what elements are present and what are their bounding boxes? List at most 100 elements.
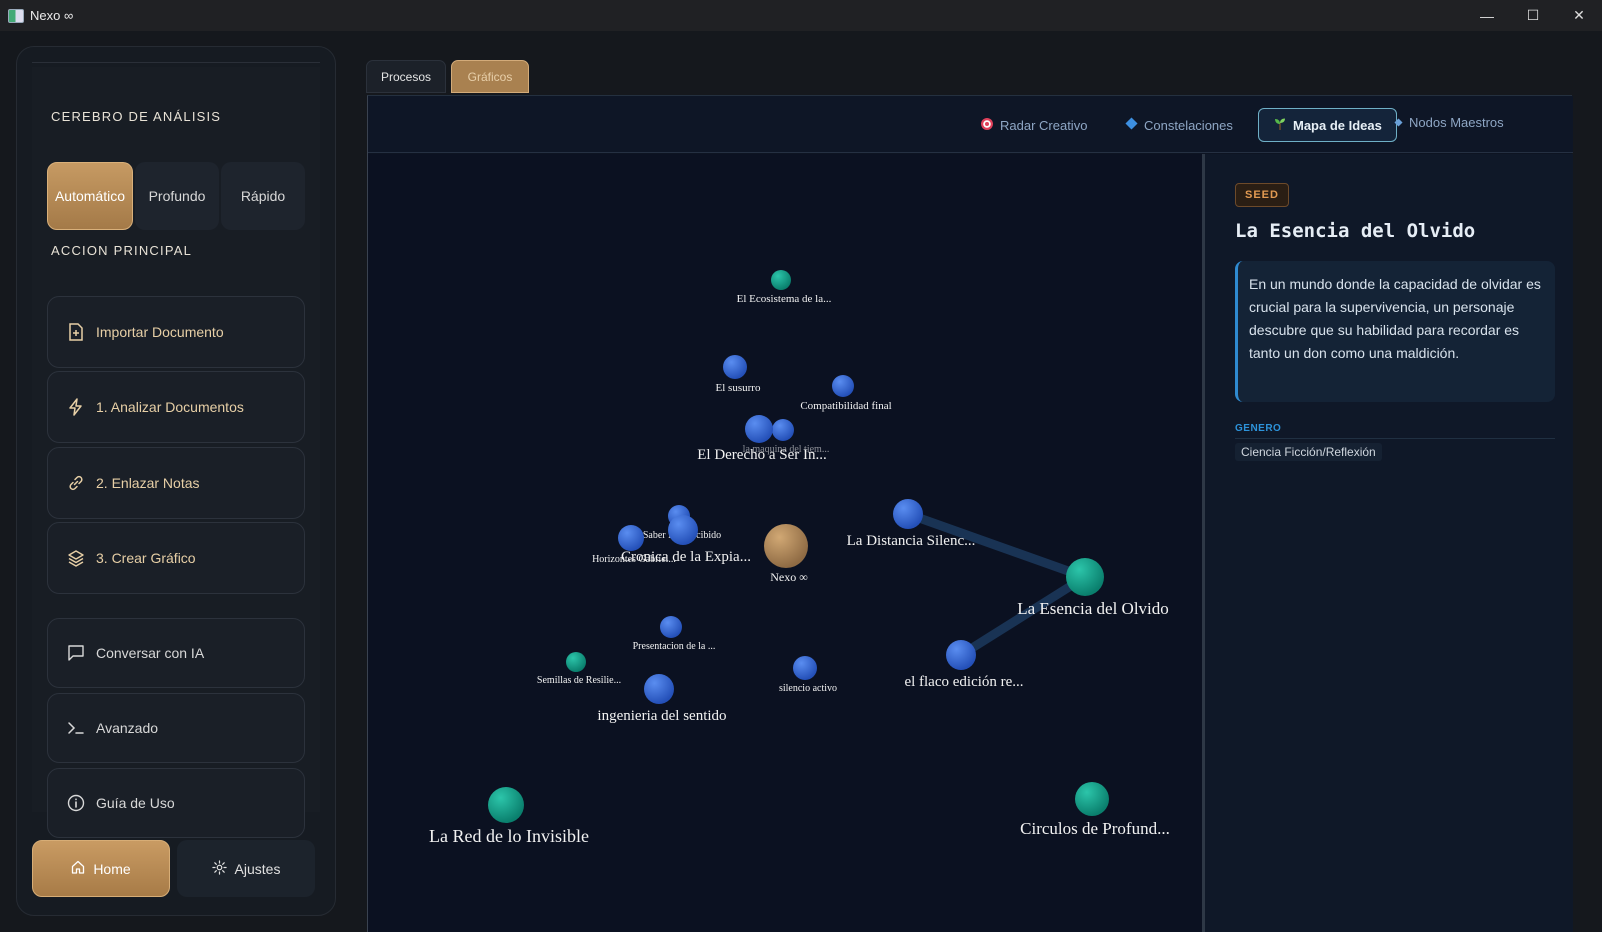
graph-node[interactable]: El Derecho a Ser In... (697, 415, 827, 463)
mode-profundo-button[interactable]: Profundo (135, 162, 219, 230)
node-type-badge: SEED (1235, 183, 1289, 207)
graph-node[interactable]: Compatibilidad final (800, 375, 892, 412)
node-detail-panel: SEED La Esencia del Olvido En un mundo d… (1205, 154, 1573, 932)
graph-node[interactable]: Circulos de Profund... (1020, 782, 1170, 838)
sidebar: CEREBRO DE ANÁLISIS Automático Profundo … (16, 46, 336, 916)
window-controls: — ☐ ✕ (1464, 0, 1602, 31)
graph-node-label: El Ecosistema de la... (737, 293, 832, 305)
mode-rapido-button[interactable]: Rápido (221, 162, 305, 230)
graph-node-circle[interactable] (488, 787, 524, 823)
graph-node-circle[interactable] (893, 499, 923, 529)
view-mapa-de-ideas-button[interactable]: Mapa de Ideas (1258, 108, 1397, 142)
graph-node-circle[interactable] (618, 525, 644, 551)
link-notes-button[interactable]: 2. Enlazar Notas (47, 447, 305, 519)
graph-node[interactable]: La Esencia del Olvido (1017, 558, 1169, 618)
settings-button[interactable]: Ajustes (177, 840, 315, 897)
graph-node-label: el flaco edición re... (904, 674, 1023, 690)
small-diamond-icon (1394, 115, 1403, 130)
graph-panel: Radar Creativo Constelaciones Mapa de Id… (367, 95, 1573, 932)
graph-node-circle[interactable] (771, 270, 791, 290)
chat-ai-label: Conversar con IA (96, 645, 205, 661)
tab-graficos[interactable]: Gráficos (451, 60, 529, 93)
graph-node-circle[interactable] (668, 515, 698, 545)
graph-node-circle[interactable] (764, 524, 808, 568)
graph-node-circle[interactable] (566, 652, 586, 672)
graph-node-circle[interactable] (1075, 782, 1109, 816)
home-label: Home (93, 860, 131, 877)
idea-map-canvas[interactable]: El Ecosistema de la... El susurro Compatib… (368, 154, 1203, 932)
link-notes-label: 2. Enlazar Notas (96, 475, 200, 491)
analyze-documents-button[interactable]: 1. Analizar Documentos (47, 371, 305, 443)
graph-node[interactable]: El Ecosistema de la... (737, 270, 832, 305)
close-button[interactable]: ✕ (1556, 0, 1602, 31)
analysis-mode-selector: Automático Profundo Rápido (47, 162, 305, 230)
graph-node[interactable]: el flaco edición re... (904, 640, 1024, 690)
node-description: En un mundo donde la capacidad de olvida… (1235, 261, 1555, 402)
home-icon (71, 860, 85, 877)
analysis-section-title: CEREBRO DE ANÁLISIS (51, 109, 222, 124)
graph-node-label: El susurro (716, 382, 761, 394)
graph-node[interactable]: Presentacion de la ... (633, 616, 716, 652)
lightning-icon (66, 397, 86, 417)
view-nodos-maestros-button[interactable]: Nodos Maestros (1380, 105, 1518, 139)
graph-node-circle[interactable] (1066, 558, 1104, 596)
layers-icon (66, 548, 86, 568)
tab-procesos[interactable]: Procesos (366, 60, 446, 93)
chat-icon (66, 643, 86, 663)
graph-node[interactable]: La Red de lo Invisible (429, 787, 589, 846)
sprout-icon (1273, 117, 1287, 134)
graph-node-circle[interactable] (644, 674, 674, 704)
create-graph-label: 3. Crear Gráfico (96, 550, 196, 566)
view-radar-creativo-button[interactable]: Radar Creativo (966, 108, 1101, 142)
link-icon (66, 473, 86, 493)
title-bar: Nexo ∞ — ☐ ✕ (0, 0, 1602, 31)
minimize-button[interactable]: — (1464, 0, 1510, 31)
import-document-label: Importar Documento (96, 324, 224, 340)
graph-node[interactable]: Semillas de Resilie... (537, 652, 621, 686)
import-document-button[interactable]: Importar Documento (47, 296, 305, 368)
genre-divider (1235, 438, 1555, 439)
graph-node-label: Presentacion de la ... (633, 641, 716, 652)
chat-ai-button[interactable]: Conversar con IA (47, 618, 305, 688)
genre-value: Ciencia Ficción/Reflexión (1235, 443, 1382, 461)
mode-automatico-button[interactable]: Automático (47, 162, 133, 230)
window-title: Nexo ∞ (30, 8, 74, 23)
settings-label: Ajustes (234, 860, 281, 877)
analyze-documents-label: 1. Analizar Documentos (96, 399, 244, 415)
graph-node-label: La Distancia Silenc... (847, 533, 976, 549)
usage-guide-button[interactable]: Guía de Uso (47, 768, 305, 838)
usage-guide-label: Guía de Uso (96, 795, 175, 811)
graph-node-label: Horizontes Gabriel... (592, 554, 676, 565)
sidebar-divider (32, 62, 320, 66)
graph-node[interactable]: La Distancia Silenc... (847, 499, 976, 549)
graph-node[interactable]: El susurro (716, 355, 761, 394)
graph-node-label: El Derecho a Ser In... (697, 447, 827, 463)
gear-icon (211, 859, 227, 878)
graph-node[interactable]: Nexo ∞ (764, 524, 808, 584)
file-plus-icon (66, 322, 86, 342)
advanced-button[interactable]: Avanzado (47, 693, 305, 763)
graph-node-circle[interactable] (946, 640, 976, 670)
graph-node-circle[interactable] (723, 355, 747, 379)
diamond-icon (1125, 117, 1138, 133)
graph-node-circle[interactable] (745, 415, 773, 443)
graph-node-label: Nexo ∞ (770, 570, 808, 584)
view-nodos-maestros-label: Nodos Maestros (1409, 114, 1504, 130)
graph-node-circle[interactable] (660, 616, 682, 638)
info-icon (66, 793, 86, 813)
create-graph-button[interactable]: 3. Crear Gráfico (47, 522, 305, 594)
target-icon (980, 117, 994, 134)
graph-node-circle[interactable] (793, 656, 817, 680)
actions-section-title: ACCION PRINCIPAL (51, 243, 193, 258)
view-constelaciones-button[interactable]: Constelaciones (1111, 108, 1247, 142)
terminal-icon (66, 718, 86, 738)
idea-map-graph[interactable]: El Ecosistema de la... El susurro Compatib… (368, 154, 1203, 932)
graph-node[interactable]: silencio activo (779, 656, 837, 694)
main-area: CEREBRO DE ANÁLISIS Automático Profundo … (0, 31, 1602, 932)
maximize-button[interactable]: ☐ (1510, 0, 1556, 31)
home-button[interactable]: Home (32, 840, 170, 897)
view-constelaciones-label: Constelaciones (1144, 117, 1233, 133)
node-detail-title: La Esencia del Olvido (1235, 220, 1476, 242)
graph-node-circle[interactable] (832, 375, 854, 397)
graph-node-circle[interactable] (772, 419, 794, 441)
